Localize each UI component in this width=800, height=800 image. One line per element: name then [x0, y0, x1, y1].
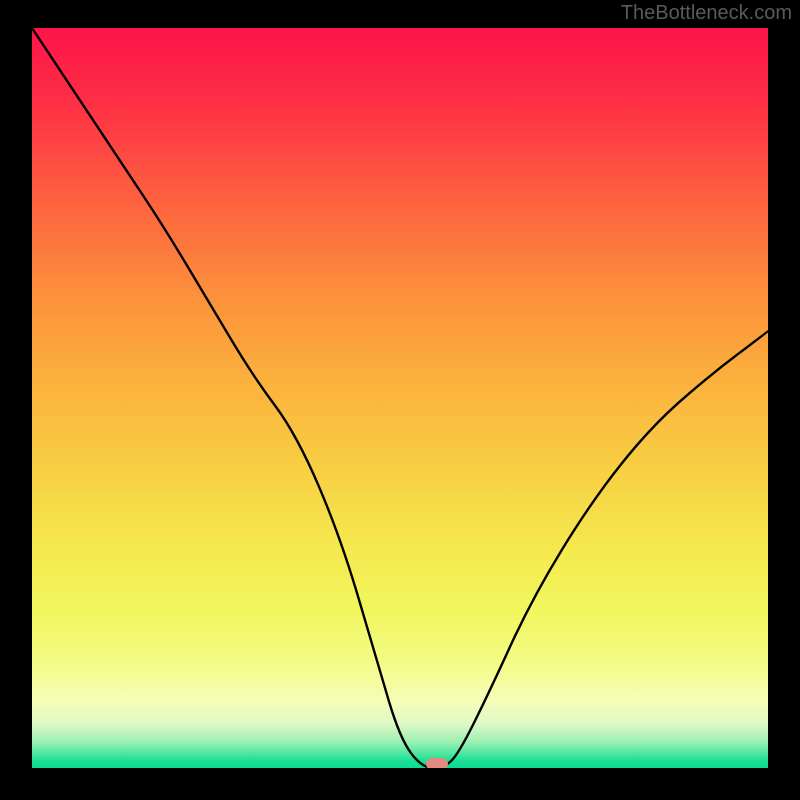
chart-plot-area — [32, 28, 768, 768]
optimal-point-marker — [426, 758, 448, 768]
watermark-text: TheBottleneck.com — [621, 2, 792, 25]
bottleneck-curve — [32, 28, 768, 768]
